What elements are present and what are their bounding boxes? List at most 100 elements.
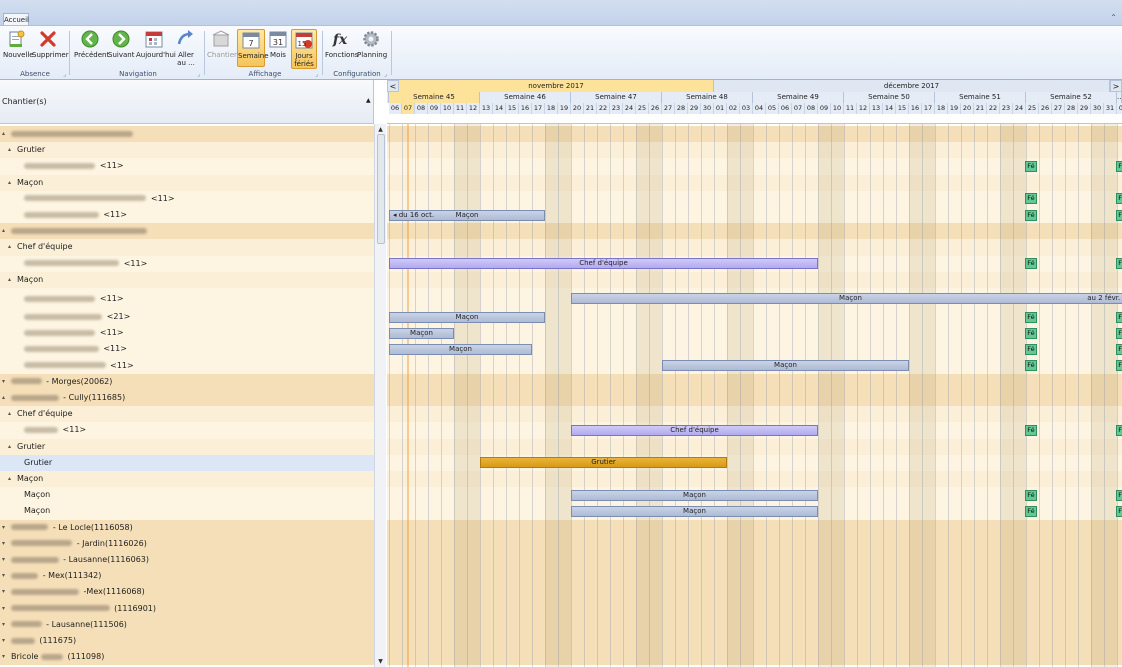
expand-toggle-icon[interactable]: ▾ [2,633,5,649]
collapse-toggle-icon[interactable]: ▴ [8,175,11,191]
category-row[interactable]: ▴ Grutier [0,142,374,159]
expand-toggle-icon[interactable]: ▾ [2,520,5,536]
site-row[interactable]: ▾ (111675) [0,633,374,650]
expand-toggle-icon[interactable]: ▾ [2,536,5,552]
holiday-marker[interactable]: Fé [1116,327,1122,339]
holiday-marker[interactable]: Fé [1025,360,1037,372]
assignment-bar-macon[interactable]: Maçon [389,327,454,339]
worker-row[interactable]: <11> [0,158,374,175]
nouvelle-button[interactable]: Nouvelle [3,29,34,59]
fonctions-button[interactable]: fx Fonctions [325,29,358,59]
worker-row[interactable]: <11> [0,190,374,207]
scroll-down-icon[interactable]: ▼ [375,658,386,665]
worker-row[interactable]: <11> [0,357,374,374]
holiday-marker[interactable]: Fé [1025,506,1037,517]
worker-row[interactable]: <11> [0,325,374,342]
assignment-bar-macon[interactable]: Maçon [662,360,909,372]
collapse-toggle-icon[interactable]: ▴ [2,390,5,406]
site-row[interactable]: ▾ Bricole (111098) [0,649,374,666]
collapse-toggle-icon[interactable]: ▴ [8,406,11,422]
collapse-toggle-icon[interactable]: ▴ [2,223,5,239]
worker-row[interactable]: Maçon [0,503,374,520]
scroll-thumb[interactable] [377,134,385,244]
worker-row[interactable]: <11> [0,422,374,439]
site-row[interactable]: ▾ - Lausanne(1116063) [0,552,374,569]
collapse-toggle-icon[interactable]: ▴ [8,142,11,158]
site-row[interactable]: ▴ [0,223,374,240]
expand-toggle-icon[interactable]: ▾ [2,617,5,633]
configuration-launcher-icon[interactable]: ⌟ [384,71,387,78]
collapse-toggle-icon[interactable]: ▴ [8,239,11,255]
holiday-marker[interactable]: Fé [1116,489,1122,501]
collapse-toggle-icon[interactable]: ▴ [2,126,5,142]
site-row[interactable]: ▴ - Cully(111685) [0,390,374,407]
semaine-button[interactable]: 7 Semaine [237,29,269,67]
worker-row[interactable]: <11> [0,255,374,272]
expand-toggle-icon[interactable]: ▾ [2,374,5,390]
expand-toggle-icon[interactable]: ▾ [2,584,5,600]
worker-row[interactable]: <11> [0,288,374,309]
worker-row[interactable]: Grutier [0,454,374,471]
expand-toggle-icon[interactable]: ▾ [2,649,5,665]
site-row[interactable]: ▾ - Jardin(1116026) [0,535,374,552]
assignment-bar-chef[interactable]: Chef d'équipe [571,425,818,436]
expand-toggle-icon[interactable]: ▾ [2,568,5,584]
category-row[interactable]: ▴ Maçon [0,471,374,488]
affichage-launcher-icon[interactable]: ⌟ [315,71,318,78]
expand-toggle-icon[interactable]: ▾ [2,601,5,617]
holiday-marker[interactable]: Fé [1025,344,1037,355]
site-row[interactable]: ▴ [0,126,374,143]
holiday-marker[interactable]: Fé [1025,193,1037,205]
holiday-marker[interactable]: Fé [1116,161,1122,172]
vertical-scrollbar[interactable]: ▲ ▼ [374,124,386,667]
scroll-up-icon[interactable]: ▲ [375,126,386,133]
navigation-launcher-icon[interactable]: ⌟ [197,71,200,78]
category-row[interactable]: ▴ Maçon [0,271,374,288]
supprimer-button[interactable]: Supprimer [32,29,69,59]
mois-button[interactable]: 31 Mois [267,29,289,59]
jours-feries-button[interactable]: 15 Jours fériés [291,29,317,69]
holiday-marker[interactable]: Fé [1025,425,1037,436]
site-row[interactable]: ▾ - Mex(111342) [0,568,374,585]
category-row[interactable]: ▴ Grutier [0,438,374,455]
collapse-toggle-icon[interactable]: ▴ [8,471,11,487]
holiday-marker[interactable]: Fé [1116,209,1122,221]
assignment-bar-macon[interactable]: Maçon au 2 févr. ▸ [571,293,1122,304]
sort-ascending-icon[interactable]: ▲ [366,97,371,104]
holiday-marker[interactable]: Fé [1025,258,1037,270]
worker-row[interactable]: <21> [0,309,374,326]
assignment-bar-chef[interactable]: Chef d'équipe [389,258,818,270]
site-row[interactable]: ▾ - Lausanne(111506) [0,616,374,633]
holiday-marker[interactable]: Fé [1025,327,1037,339]
ribbon-collapse-icon[interactable]: ⌃ [1110,13,1117,22]
assignment-bar-macon[interactable]: Maçon [571,506,818,517]
category-row[interactable]: ▴ Chef d'équipe [0,239,374,256]
expand-toggle-icon[interactable]: ▾ [2,552,5,568]
category-row[interactable]: ▴ Maçon [0,174,374,191]
holiday-marker[interactable]: Fé [1025,311,1037,323]
holiday-marker[interactable]: Fé [1025,489,1037,501]
precedent-button[interactable]: Précédent [74,29,109,59]
holiday-marker[interactable]: Fé [1116,258,1122,270]
assignment-bar-macon[interactable]: Maçon [389,344,532,355]
holiday-marker[interactable]: Fé [1116,506,1122,517]
aller-au-button[interactable]: Aller au ... [174,29,198,67]
holiday-marker[interactable]: Fé [1116,193,1122,205]
site-row[interactable]: ▾ -Mex(1116068) [0,584,374,601]
holiday-marker[interactable]: Fé [1025,209,1037,221]
assignment-bar-macon[interactable]: Maçon [571,489,818,501]
worker-row[interactable]: <11> [0,207,374,224]
worker-row[interactable]: Maçon [0,487,374,504]
chantiers-column-header[interactable]: Chantier(s) ▲ [0,80,374,124]
chantier-button[interactable]: Chantier [207,29,237,59]
holiday-marker[interactable]: Fé [1116,360,1122,372]
assignment-bar-macon[interactable]: Maçon ◂ du 16 oct. [389,209,545,221]
holiday-marker[interactable]: Fé [1116,311,1122,323]
collapse-toggle-icon[interactable]: ▴ [8,272,11,288]
holiday-marker[interactable]: Fé [1116,344,1122,355]
assignment-bar-macon[interactable]: Maçon [389,311,545,323]
assignment-bar-grutier[interactable]: Grutier [480,457,727,469]
timeline-prev-button[interactable]: < [387,80,399,92]
site-row[interactable]: ▾ (1116901) [0,600,374,617]
planning-grid[interactable]: Fé Fé Fé Fé Maçon ◂ du 16 oct. Fé Fé Chef d'équi… [387,124,1122,667]
